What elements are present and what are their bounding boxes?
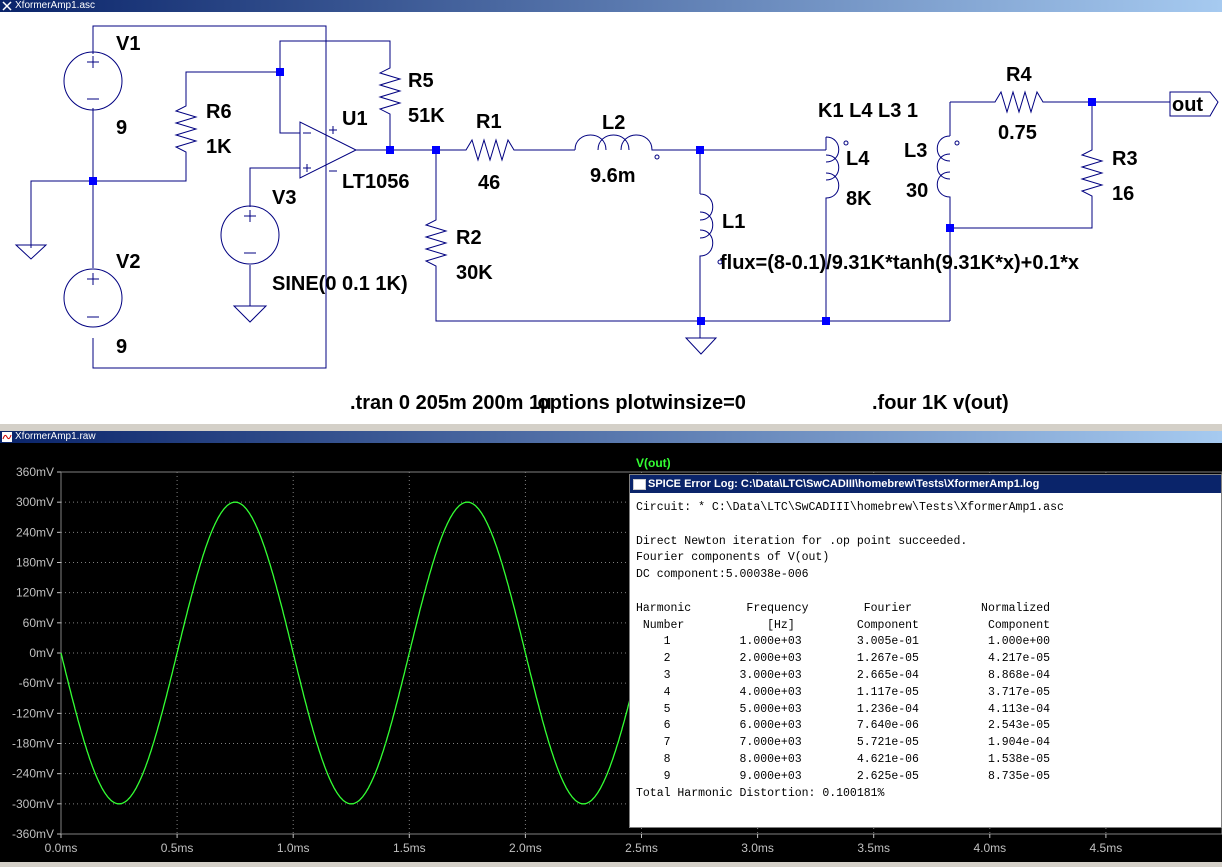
- y-tick-label: 300mV: [16, 495, 54, 509]
- error-log-title: SPICE Error Log: C:\Data\LTC\SwCADIII\ho…: [648, 478, 1040, 490]
- y-tick-label: 180mV: [16, 556, 54, 570]
- x-tick-label: 0.0ms: [45, 841, 78, 855]
- y-tick-label: -120mV: [12, 706, 54, 720]
- l3-value: 30: [906, 180, 928, 202]
- log-line: 6 6.000e+03 7.640e-06 2.543e-05: [636, 719, 1051, 733]
- out-port-label[interactable]: out: [1172, 94, 1203, 116]
- tran-directive[interactable]: .tran 0 205m 200m 1µ: [350, 392, 552, 414]
- u1-value: LT1056: [342, 171, 409, 193]
- y-tick-label: -240mV: [12, 767, 54, 781]
- y-tick-label: 120mV: [16, 586, 54, 600]
- v1-value: 9: [116, 117, 127, 139]
- r2-value: 30K: [456, 262, 493, 284]
- r1-value: 46: [478, 172, 500, 194]
- log-line: 3 3.000e+03 2.665e-04 8.868e-04: [636, 668, 1051, 682]
- log-line: 8 8.000e+03 4.621e-06 1.538e-05: [636, 752, 1051, 766]
- l1-value: flux=(8-0.1)/9.31K*tanh(9.31K*x)+0.1*x: [720, 252, 1079, 274]
- x-tick-label: 4.0ms: [973, 841, 1006, 855]
- x-tick-label: 1.5ms: [393, 841, 426, 855]
- log-line: 2 2.000e+03 1.267e-05 4.217e-05: [636, 652, 1051, 666]
- schematic-window-icon: [2, 1, 12, 11]
- k1-statement: K1 L4 L3 1: [818, 100, 918, 122]
- error-log-text: Circuit: * C:\Data\LTC\SwCADIII\homebrew…: [630, 493, 1221, 809]
- l4-value: 8K: [846, 188, 872, 210]
- y-tick-label: 240mV: [16, 525, 54, 539]
- log-line: Number [Hz] Component Component: [636, 618, 1051, 632]
- r1-label: R1: [476, 111, 502, 133]
- log-line: DC component:5.00038e-006: [636, 568, 809, 582]
- trace-label[interactable]: V(out): [636, 456, 671, 470]
- log-window-icon: [633, 479, 646, 490]
- x-tick-label: 2.0ms: [509, 841, 542, 855]
- log-line: 9 9.000e+03 2.625e-05 8.735e-05: [636, 769, 1051, 783]
- schematic-canvas[interactable]: V1 9 V2 9 R6 1K R5 51K U1 LT1056 V3 SINE…: [0, 12, 1222, 424]
- y-tick-label: 360mV: [16, 465, 54, 479]
- log-line: Direct Newton iteration for .op point su…: [636, 534, 968, 548]
- v3-value: SINE(0 0.1 1K): [272, 273, 408, 295]
- four-directive[interactable]: .four 1K v(out): [872, 392, 1009, 414]
- r3-value: 16: [1112, 183, 1134, 205]
- waveform-title-bar[interactable]: XformerAmp1.raw: [0, 431, 1222, 443]
- options-directive[interactable]: .options plotwinsize=0: [532, 392, 746, 414]
- r5-label: R5: [408, 70, 434, 92]
- x-tick-label: 3.0ms: [741, 841, 774, 855]
- r4-label: R4: [1006, 64, 1032, 86]
- log-line: 1 1.000e+03 3.005e-01 1.000e+00: [636, 635, 1051, 649]
- log-line: Harmonic Frequency Fourier Normalized: [636, 601, 1051, 615]
- log-line: 7 7.000e+03 5.721e-05 1.904e-04: [636, 736, 1051, 750]
- waveform-window-icon: [2, 432, 12, 442]
- l3-label: L3: [904, 140, 927, 162]
- error-log-title-bar[interactable]: SPICE Error Log: C:\Data\LTC\SwCADIII\ho…: [630, 475, 1221, 493]
- r5-value: 51K: [408, 105, 445, 127]
- l1-label: L1: [722, 211, 745, 233]
- schematic-title: XformerAmp1.asc: [15, 0, 96, 11]
- r6-value: 1K: [206, 136, 232, 158]
- x-tick-label: 0.5ms: [161, 841, 194, 855]
- r4-value: 0.75: [998, 122, 1037, 144]
- schematic-title-bar[interactable]: XformerAmp1.asc: [0, 0, 1222, 12]
- y-tick-label: 0mV: [29, 646, 54, 660]
- l2-label: L2: [602, 112, 625, 134]
- x-tick-label: 1.0ms: [277, 841, 310, 855]
- y-tick-label: -60mV: [19, 676, 54, 690]
- x-tick-label: 2.5ms: [625, 841, 658, 855]
- x-tick-label: 3.5ms: [857, 841, 890, 855]
- log-line: Circuit: * C:\Data\LTC\SwCADIII\homebrew…: [636, 501, 1064, 514]
- v3-label: V3: [272, 187, 296, 209]
- waveform-title: XformerAmp1.raw: [15, 431, 96, 442]
- l2-value: 9.6m: [590, 165, 636, 187]
- l4-label: L4: [846, 148, 870, 170]
- v2-label: V2: [116, 251, 140, 273]
- log-line: Total Harmonic Distortion: 0.100181%: [636, 786, 885, 800]
- x-tick-label: 4.5ms: [1090, 841, 1123, 855]
- log-line: 4 4.000e+03 1.117e-05 3.717e-05: [636, 685, 1051, 699]
- y-tick-label: 60mV: [23, 616, 54, 630]
- u1-label: U1: [342, 108, 368, 130]
- r6-label: R6: [206, 101, 232, 123]
- v1-label: V1: [116, 33, 140, 55]
- r2-label: R2: [456, 227, 482, 249]
- r3-label: R3: [1112, 148, 1138, 170]
- y-tick-label: -300mV: [12, 797, 54, 811]
- log-line: 5 5.000e+03 1.236e-04 4.113e-04: [636, 702, 1051, 716]
- y-tick-label: -180mV: [12, 737, 54, 751]
- y-tick-label: -360mV: [12, 827, 54, 841]
- log-line: Fourier components of V(out): [636, 551, 830, 565]
- spice-error-log-window[interactable]: SPICE Error Log: C:\Data\LTC\SwCADIII\ho…: [629, 474, 1222, 828]
- v2-value: 9: [116, 336, 127, 358]
